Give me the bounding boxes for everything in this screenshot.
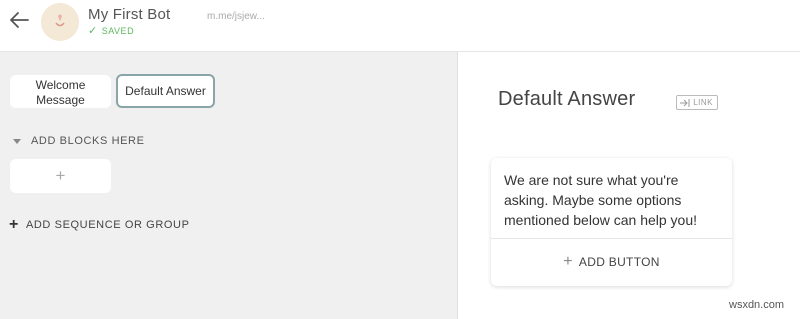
bot-avatar-icon <box>41 3 79 41</box>
add-sequence-button[interactable]: + ADD SEQUENCE OR GROUP <box>9 216 190 233</box>
top-bar: My First Bot ✓ SAVED m.me/jsjew... <box>0 0 800 52</box>
plus-icon: + <box>55 166 66 185</box>
add-button[interactable]: + ADD BUTTON <box>491 239 732 285</box>
watermark: wsxdn.com <box>729 299 785 311</box>
plus-icon: + <box>9 216 19 233</box>
add-blocks-label: ADD BLOCKS HERE <box>31 135 145 147</box>
link-arrow-icon <box>680 99 690 107</box>
bot-name[interactable]: My First Bot <box>88 6 170 23</box>
add-blocks-header[interactable]: ADD BLOCKS HERE <box>13 135 145 147</box>
block-welcome-message[interactable]: Welcome Message <box>10 75 111 108</box>
checkmark-icon: ✓ <box>88 25 98 37</box>
save-status-label: SAVED <box>101 26 135 36</box>
collapse-triangle-icon <box>13 138 21 144</box>
bot-link[interactable]: m.me/jsjew... <box>207 11 265 22</box>
bot-avatar[interactable] <box>41 3 79 41</box>
back-arrow-icon[interactable] <box>8 10 30 30</box>
block-editor-panel: Default Answer LINK We are not sure what… <box>459 52 800 319</box>
link-label: LINK <box>693 98 713 107</box>
link-button[interactable]: LINK <box>676 95 718 110</box>
block-default-answer[interactable]: Default Answer <box>116 74 215 108</box>
add-sequence-label: ADD SEQUENCE OR GROUP <box>25 219 190 231</box>
text-card: We are not sure what you're asking. Mayb… <box>491 158 732 286</box>
block-title[interactable]: Default Answer <box>498 88 635 111</box>
plus-icon: + <box>563 253 573 270</box>
add-button-label: ADD BUTTON <box>578 255 660 269</box>
add-block-button[interactable]: + <box>10 159 111 193</box>
save-status: ✓ SAVED <box>88 25 135 37</box>
message-text[interactable]: We are not sure what you're asking. Mayb… <box>491 158 732 239</box>
block-list-panel: Welcome Message Default Answer ADD BLOCK… <box>0 52 458 319</box>
